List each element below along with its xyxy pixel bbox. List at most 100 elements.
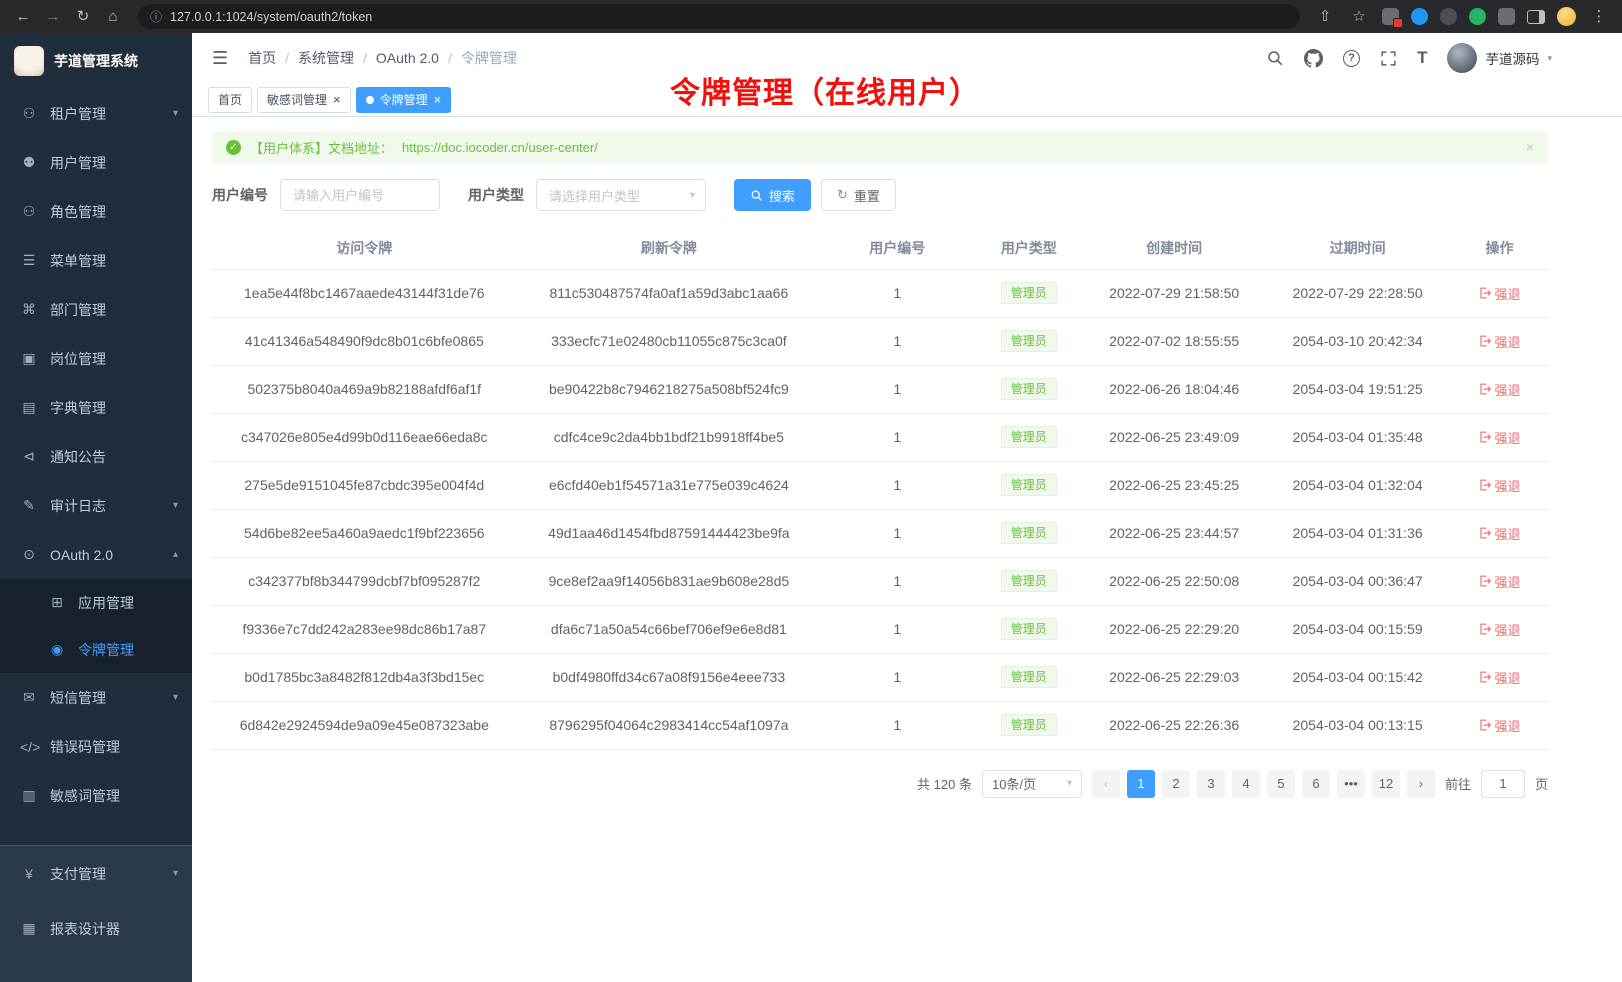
close-icon[interactable]: ×	[1526, 139, 1534, 155]
url-bar[interactable]: ⓘ 127.0.0.1:1024/system/oauth2/token	[138, 4, 1300, 29]
goto-page-input[interactable]	[1481, 770, 1525, 798]
user-menu[interactable]: 芋道源码 ▾	[1447, 43, 1552, 73]
side-panel-icon[interactable]	[1527, 10, 1545, 24]
access-token-cell: 41c41346a548490f9dc8b01c6bfe0865	[212, 317, 517, 365]
github-icon[interactable]	[1304, 49, 1323, 68]
page-button[interactable]: 1	[1127, 770, 1155, 798]
refresh-token-cell: 811c530487574fa0af1a59d3abc1aa66	[517, 269, 822, 317]
sidebar-item-token[interactable]: ◉令牌管理	[0, 626, 192, 673]
more-pages-button[interactable]: •••	[1337, 770, 1365, 798]
extension-icon[interactable]	[1469, 8, 1486, 25]
reload-icon[interactable]: ↻	[72, 6, 94, 28]
view-tab[interactable]: 敏感词管理 ×	[257, 87, 351, 113]
expire-time-cell: 2054-03-04 01:35:48	[1264, 413, 1451, 461]
force-logout-button[interactable]: 强退	[1479, 524, 1521, 543]
sidebar-item-post[interactable]: ▣岗位管理	[0, 334, 192, 383]
action-cell: 强退	[1451, 557, 1548, 605]
chevron-down-icon: ▾	[690, 190, 695, 201]
sidebar-item-notice[interactable]: ⊲通知公告	[0, 432, 192, 481]
user-id-input[interactable]	[280, 179, 440, 211]
user-id-cell: 1	[821, 653, 973, 701]
expire-time-cell: 2054-03-10 20:42:34	[1264, 317, 1451, 365]
expire-time-cell: 2054-03-04 00:13:15	[1264, 701, 1451, 749]
logout-icon	[1479, 719, 1491, 731]
help-icon[interactable]: ?	[1343, 50, 1360, 67]
extensions-puzzle-icon[interactable]	[1498, 8, 1515, 25]
page-button[interactable]: 5	[1267, 770, 1295, 798]
sidebar-item-dict[interactable]: ▤字典管理	[0, 383, 192, 432]
chevron-down-icon: ▾	[1547, 53, 1552, 64]
force-logout-button[interactable]: 强退	[1479, 668, 1521, 687]
fullscreen-icon[interactable]	[1380, 50, 1397, 67]
forward-icon[interactable]: →	[42, 6, 64, 28]
close-icon[interactable]: ×	[333, 93, 341, 106]
sidebar-item-menu[interactable]: ☰菜单管理	[0, 236, 192, 285]
breadcrumb-item[interactable]: 系统管理	[298, 48, 354, 68]
view-tab[interactable]: 首页	[208, 87, 252, 113]
sidebar-item-dept[interactable]: ⌘部门管理	[0, 285, 192, 334]
sidebar-item-user[interactable]: ⚉用户管理	[0, 138, 192, 187]
extension-icon[interactable]	[1440, 8, 1457, 25]
force-logout-button[interactable]: 强退	[1479, 428, 1521, 447]
home-icon[interactable]: ⌂	[102, 6, 124, 28]
browser-menu-icon[interactable]: ⋮	[1588, 6, 1610, 28]
sidebar-item-label: 审计日志	[50, 496, 161, 516]
site-info-icon[interactable]: ⓘ	[150, 8, 162, 25]
share-icon[interactable]: ⇧	[1314, 6, 1336, 28]
user-type-cell: 管理员	[973, 365, 1084, 413]
sidebar-item-oauth[interactable]: ⊙OAuth 2.0▴	[0, 530, 192, 579]
refresh-token-cell: 49d1aa46d1454fbd87591444423be9fa	[517, 509, 822, 557]
page-button[interactable]: 2	[1162, 770, 1190, 798]
action-cell: 强退	[1451, 269, 1548, 317]
force-logout-button[interactable]: 强退	[1479, 476, 1521, 495]
sidebar-item-audit[interactable]: ✎审计日志▾	[0, 481, 192, 530]
bookmark-star-icon[interactable]: ☆	[1348, 6, 1370, 28]
hamburger-fold-icon[interactable]: ☰	[206, 44, 234, 73]
view-tab[interactable]: 令牌管理×	[356, 87, 452, 113]
page-button[interactable]: 12	[1372, 770, 1400, 798]
close-icon[interactable]: ×	[434, 93, 442, 106]
sidebar-item-errcode[interactable]: </>错误码管理	[0, 722, 192, 771]
extension-icon[interactable]	[1382, 8, 1399, 25]
extension-icon[interactable]	[1411, 8, 1428, 25]
refresh-token-cell: b0df4980ffd34c67a08f9156e4eee733	[517, 653, 822, 701]
refresh-token-cell: cdfc4ce9c2da4bb1bdf21b9918ff4be5	[517, 413, 822, 461]
user-type-select[interactable]: 请选择用户类型 ▾	[536, 179, 706, 211]
sidebar-item-tenant[interactable]: ⚇租户管理▾	[0, 89, 192, 138]
breadcrumb-item[interactable]: 首页	[248, 48, 276, 68]
doc-link[interactable]: https://doc.iocoder.cn/user-center/	[402, 140, 598, 155]
search-button[interactable]: 搜索	[734, 179, 811, 211]
force-logout-button[interactable]: 强退	[1479, 380, 1521, 399]
tab-label: 敏感词管理	[267, 91, 327, 108]
next-page-button[interactable]: ›	[1407, 770, 1435, 798]
sidebar-item-role[interactable]: ⚇角色管理	[0, 187, 192, 236]
refresh-token-cell: be90422b8c7946218275a508bf524fc9	[517, 365, 822, 413]
back-icon[interactable]: ←	[12, 6, 34, 28]
page-button[interactable]: 3	[1197, 770, 1225, 798]
force-logout-button[interactable]: 强退	[1479, 284, 1521, 303]
action-cell: 强退	[1451, 509, 1548, 557]
breadcrumb-item[interactable]: OAuth 2.0	[376, 50, 439, 66]
sidebar-item-sms[interactable]: ✉短信管理▾	[0, 673, 192, 722]
sidebar-item-report[interactable]: ▦报表设计器	[0, 901, 192, 956]
page-size-select[interactable]: 10条/页 ▾	[982, 770, 1082, 798]
sidebar-item-sensitive[interactable]: ▥敏感词管理	[0, 771, 192, 820]
force-logout-button[interactable]: 强退	[1479, 620, 1521, 639]
prev-page-button[interactable]: ‹	[1092, 770, 1120, 798]
search-icon[interactable]	[1266, 49, 1284, 67]
logout-icon	[1479, 479, 1491, 491]
browser-profile-avatar[interactable]	[1557, 7, 1576, 26]
sidebar-item-pay[interactable]: ¥支付管理▾	[0, 846, 192, 901]
page-button[interactable]: 4	[1232, 770, 1260, 798]
force-logout-button[interactable]: 强退	[1479, 572, 1521, 591]
access-token-cell: f9336e7c7dd242a283ee98dc86b17a87	[212, 605, 517, 653]
pager: ‹123456•••12›	[1092, 770, 1435, 798]
user-id-cell: 1	[821, 509, 973, 557]
page-button[interactable]: 6	[1302, 770, 1330, 798]
reset-button[interactable]: ↻ 重置	[821, 179, 896, 211]
font-size-icon[interactable]: T	[1417, 48, 1427, 68]
logo-bar[interactable]: 芋道管理系统	[0, 33, 192, 89]
force-logout-button[interactable]: 强退	[1479, 716, 1521, 735]
force-logout-button[interactable]: 强退	[1479, 332, 1521, 351]
sidebar-item-app[interactable]: ⊞应用管理	[0, 579, 192, 626]
